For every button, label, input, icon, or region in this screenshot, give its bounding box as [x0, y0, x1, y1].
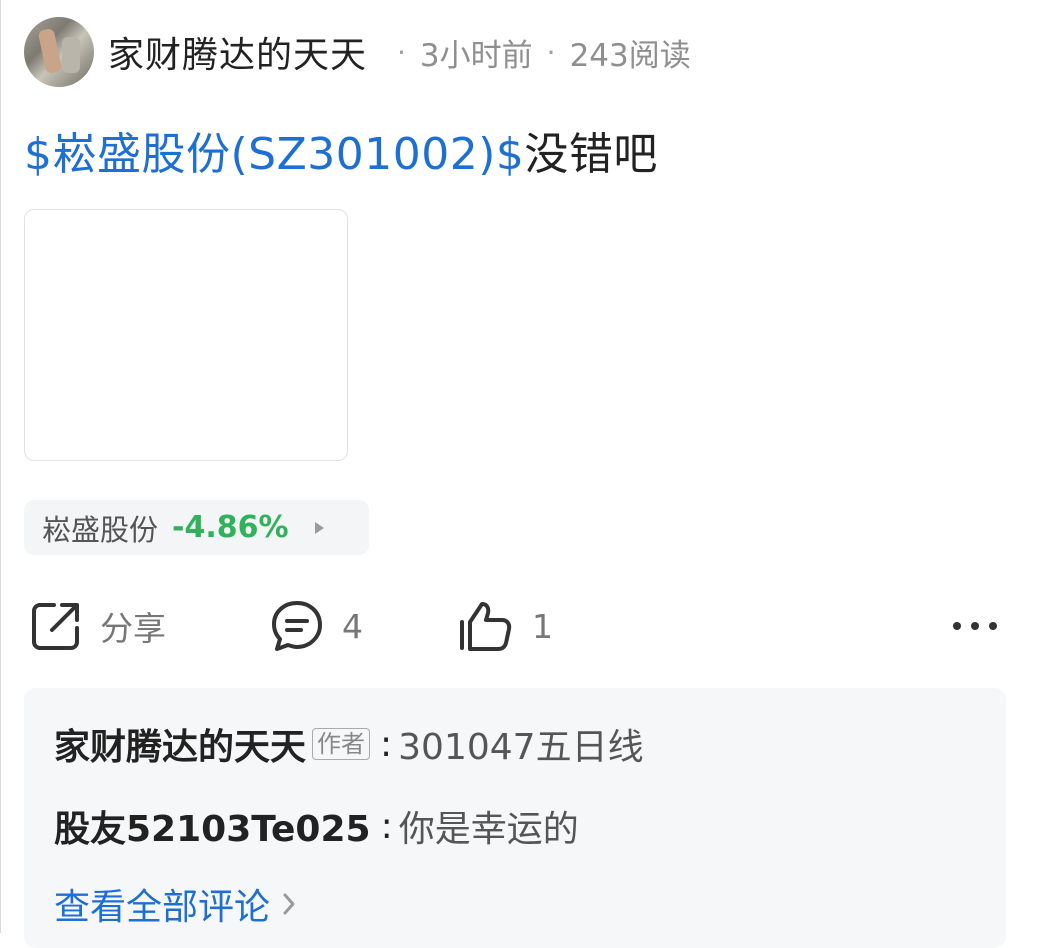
play-arrow-icon [314, 521, 324, 534]
comment-count: 4 [342, 606, 363, 646]
post-text: 没错吧 [524, 129, 658, 180]
stock-link[interactable]: $崧盛股份(SZ301002)$ [24, 129, 524, 180]
comment-text: 你是幸运的 [398, 809, 579, 850]
comment-button[interactable]: 4 [270, 596, 363, 656]
comment-colon: : [380, 805, 393, 847]
thumbs-up-icon [460, 602, 512, 651]
comment-colon: : [380, 723, 393, 765]
action-bar: 分享 4 1 [0, 596, 1054, 656]
comment-preview: 家财腾达的天天 作者 : 301047五日线 股友52103Te025 : 你是… [24, 688, 1006, 948]
comment-text: 301047五日线 [398, 727, 644, 768]
view-all-comments-link[interactable]: 查看全部评论 [54, 878, 296, 930]
share-label: 分享 [100, 609, 166, 648]
author-name[interactable]: 家财腾达的天天 [108, 26, 367, 78]
post-meta: · 3小时前 · 243阅读 [383, 30, 691, 75]
comment-item[interactable]: 家财腾达的天天 作者 : 301047五日线 [54, 718, 644, 770]
more-button[interactable] [950, 596, 1000, 656]
share-icon [32, 603, 79, 650]
more-dots-icon [953, 622, 997, 630]
author-badge: 作者 [312, 728, 371, 760]
meta-separator: · [546, 35, 556, 69]
avatar[interactable] [24, 17, 94, 87]
chevron-right-icon [283, 893, 295, 915]
post-title: $崧盛股份(SZ301002)$没错吧 [24, 118, 658, 182]
read-count: 243阅读 [569, 37, 691, 74]
share-button[interactable]: 分享 [30, 596, 166, 656]
stock-tag-change: -4.86% [172, 510, 289, 545]
meta-separator: · [397, 35, 406, 69]
comment-user[interactable]: 家财腾达的天天 [54, 718, 306, 770]
left-border [0, 0, 1, 933]
comment-icon [272, 601, 322, 651]
view-all-label: 查看全部评论 [54, 887, 271, 928]
comment-item[interactable]: 股友52103Te025 : 你是幸运的 [54, 800, 579, 852]
like-button[interactable]: 1 [458, 596, 553, 656]
like-count: 1 [532, 606, 553, 646]
stock-tag-name: 崧盛股份 [42, 512, 159, 547]
post-time: 3小时前 [419, 37, 533, 74]
comment-user[interactable]: 股友52103Te025 [54, 800, 371, 852]
stock-tag[interactable]: 崧盛股份 -4.86% [24, 500, 369, 555]
post-header: 家财腾达的天天 · 3小时前 · 243阅读 [24, 16, 691, 88]
post-image[interactable] [24, 209, 348, 461]
